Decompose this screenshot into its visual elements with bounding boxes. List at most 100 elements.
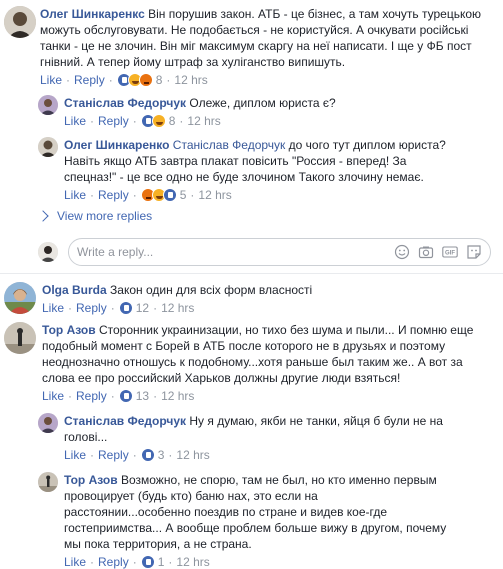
reactions[interactable]: 12 [118, 300, 150, 316]
avatar[interactable] [38, 413, 58, 433]
comment-text-line: неоднозначно отношусь к подобному...хотя… [42, 355, 463, 369]
like-button[interactable]: Like [64, 113, 86, 129]
avatar[interactable] [38, 95, 58, 115]
view-more-label: View more replies [57, 209, 153, 223]
like-button[interactable]: Like [64, 554, 86, 569]
reaction-count: 8 [168, 114, 176, 128]
like-button[interactable]: Like [42, 300, 64, 316]
reaction-count: 12 [135, 301, 150, 315]
comment-text-line: спецназ!" - це все одно не буде злочином… [64, 170, 424, 184]
author-name[interactable]: Олег Шинкаренкс [40, 7, 145, 21]
comment-text-line: гнівний. А тепер йому штраф за хуліганст… [40, 55, 346, 69]
comment-actions: Like · Reply · 3 · 12 hrs [64, 447, 210, 463]
reply-comment: Станіслав Федорчук Ну я думаю, якби не т… [38, 413, 498, 463]
sticker-icon[interactable] [466, 244, 482, 260]
timestamp[interactable]: 12 hrs [161, 388, 194, 404]
like-reaction-icon [140, 555, 155, 569]
comment-text-line: Ну я думаю, якби не танки, яйця б були н… [189, 414, 443, 428]
comment-body: Станіслав Федорчук Ну я думаю, якби не т… [64, 413, 484, 463]
timestamp[interactable]: 12 hrs [198, 187, 231, 203]
avatar[interactable] [4, 282, 36, 314]
comment-actions: Like · Reply · 8 · 12 hrs [40, 72, 208, 88]
reply-input[interactable]: Write a reply... GIF [68, 238, 491, 266]
avatar[interactable] [4, 6, 36, 38]
timestamp[interactable]: 12 hrs [187, 113, 220, 129]
timestamp[interactable]: 12 hrs [174, 72, 207, 88]
avatar[interactable] [38, 137, 58, 157]
comment-text-line: можуть обслуговувати. Не подобається - н… [40, 23, 469, 37]
comment-text-line: провоцирует (будь кто) баню нах, это есл… [64, 489, 318, 503]
comment-text-line: Він порушив закон. АТБ - це бізнес, а та… [148, 7, 482, 21]
reaction-count: 1 [157, 555, 165, 569]
reply-comment: Олег Шинкаренко Станіслав Федорчук до чо… [38, 137, 498, 203]
comment-text-line: подобный момент с Борей в АТБ после кото… [42, 339, 446, 353]
reply-arrow-icon [37, 210, 49, 222]
angry-reaction-icon [138, 73, 153, 87]
comment-text-line: Возможно, не спорю, там не был, но кто и… [120, 473, 437, 487]
reply-button[interactable]: Reply [74, 72, 105, 88]
like-button[interactable]: Like [64, 447, 86, 463]
reactions[interactable]: 3 [140, 447, 165, 463]
author-name[interactable]: Олег Шинкаренко [64, 138, 169, 152]
reactions[interactable]: 5 [140, 187, 186, 203]
reactions[interactable]: 8 [116, 72, 163, 88]
comment-actions: Like · Reply · 1 · 12 hrs [64, 554, 210, 569]
author-name[interactable]: Тор Азов [64, 473, 118, 487]
author-name[interactable]: Тор Азов [42, 323, 96, 337]
gif-icon-label: GIF [445, 251, 455, 257]
reply-placeholder: Write a reply... [77, 245, 154, 259]
reply-button[interactable]: Reply [98, 113, 129, 129]
comment: Тор Азов Сторонник украинизации, но тихо… [4, 322, 499, 404]
author-name[interactable]: Станіслав Федорчук [64, 414, 186, 428]
reply-button[interactable]: Reply [76, 388, 107, 404]
comment-body: Тор Азов Возможно, не спорю, там не был,… [64, 472, 484, 569]
like-reaction-icon [162, 188, 177, 202]
comment-body: Олег Шинкаренко Станіслав Федорчук до чо… [64, 137, 484, 203]
author-name[interactable]: Станіслав Федорчук [64, 96, 186, 110]
reactions[interactable]: 8 [140, 113, 176, 129]
emoji-icon[interactable] [394, 244, 410, 260]
comment-text-line: мы пока территория, а не страна. [64, 537, 252, 551]
comment-text-line: Олеже, диплом юриста є? [189, 96, 336, 110]
avatar[interactable] [4, 322, 36, 354]
comment-actions: Like · Reply · 5 · 12 hrs [64, 187, 232, 203]
comment-body: Станіслав Федорчук Олеже, диплом юриста … [64, 95, 336, 129]
reply-button[interactable]: Reply [98, 554, 129, 569]
tagged-user[interactable]: Станіслав Федорчук [173, 138, 286, 152]
reply-button[interactable]: Reply [98, 187, 129, 203]
avatar [38, 242, 58, 262]
comment-text-line: расстоянии...особенно поездив по стране … [64, 505, 388, 519]
reply-button[interactable]: Reply [76, 300, 107, 316]
comment-body: Тор Азов Сторонник украинизации, но тихо… [42, 322, 497, 404]
reply-comment: Тор Азов Возможно, не спорю, там не был,… [38, 472, 498, 569]
like-button[interactable]: Like [40, 72, 62, 88]
reply-button[interactable]: Reply [98, 447, 129, 463]
comment-text-line: гостеприимства... А вообще проблем больш… [64, 521, 447, 535]
timestamp[interactable]: 12 hrs [161, 300, 194, 316]
reaction-count: 8 [155, 73, 163, 87]
reactions[interactable]: 1 [140, 554, 165, 569]
comment: Olga Burda Закон один для всіх форм влас… [4, 282, 499, 316]
comment-actions: Like · Reply · 13 · 12 hrs [42, 388, 195, 404]
comment-text-line: Сторонник украинизации, но тихо без шума… [98, 323, 474, 337]
view-more-replies[interactable]: View more replies [37, 209, 153, 223]
comment-text-line: Закон один для всіх форм власності [110, 283, 313, 297]
like-reaction-icon [118, 389, 133, 403]
like-reaction-icon [118, 301, 133, 315]
comment: Олег Шинкаренкс Він порушив закон. АТБ -… [4, 6, 499, 88]
comment-text-line: голові... [64, 430, 108, 444]
timestamp[interactable]: 12 hrs [176, 447, 209, 463]
reaction-count: 3 [157, 448, 165, 462]
comment-body: Олег Шинкаренкс Він порушив закон. АТБ -… [40, 6, 495, 88]
camera-icon[interactable] [418, 244, 434, 260]
like-button[interactable]: Like [42, 388, 64, 404]
comment-text-line: до чого тут диплом юриста? [288, 138, 446, 152]
comment-body: Olga Burda Закон один для всіх форм влас… [42, 282, 312, 316]
avatar[interactable] [38, 472, 58, 492]
comment-text-line: танки - це не злочин. Він міг максимум с… [40, 39, 472, 53]
reactions[interactable]: 13 [118, 388, 149, 404]
like-button[interactable]: Like [64, 187, 86, 203]
timestamp[interactable]: 12 hrs [176, 554, 209, 569]
author-name[interactable]: Olga Burda [42, 283, 107, 297]
gif-icon[interactable]: GIF [442, 244, 458, 260]
